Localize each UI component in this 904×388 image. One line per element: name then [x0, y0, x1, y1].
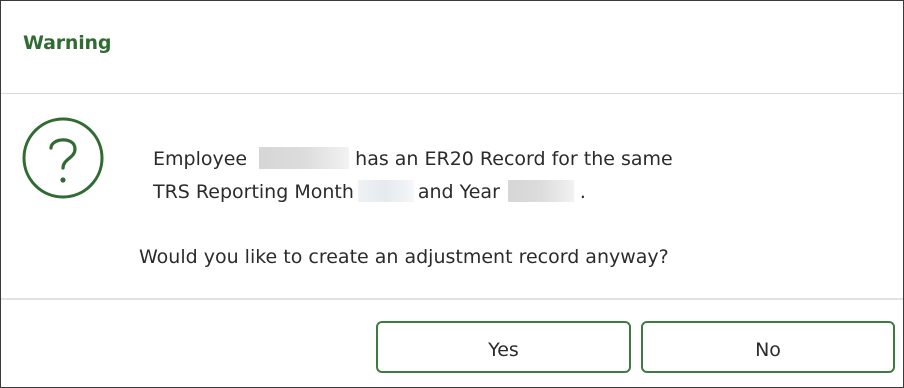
message-line-1: Employee has an ER20 Record for the same [153, 147, 673, 171]
question-circle-icon [22, 117, 104, 199]
message-year-label: and Year [417, 181, 500, 203]
dialog-title: Warning [23, 32, 112, 54]
yes-button[interactable]: Yes [376, 321, 631, 373]
no-button[interactable]: No [641, 321, 895, 373]
footer-divider [1, 298, 903, 300]
message-employee-label: Employee [153, 148, 248, 170]
redacted-employee-id [259, 147, 350, 169]
confirmation-prompt: Would you like to create an adjustment r… [139, 246, 669, 268]
redacted-month [357, 180, 414, 202]
message-month-label: TRS Reporting Month [153, 181, 354, 203]
message-period: . [579, 181, 586, 203]
message-record-text: has an ER20 Record for the same [355, 148, 673, 170]
dialog-header: Warning [1, 1, 903, 94]
message-line-2: TRS Reporting Month and Year. [153, 180, 586, 204]
warning-dialog: Warning Employee has an ER20 Record for … [0, 0, 904, 388]
redacted-year [507, 180, 574, 202]
